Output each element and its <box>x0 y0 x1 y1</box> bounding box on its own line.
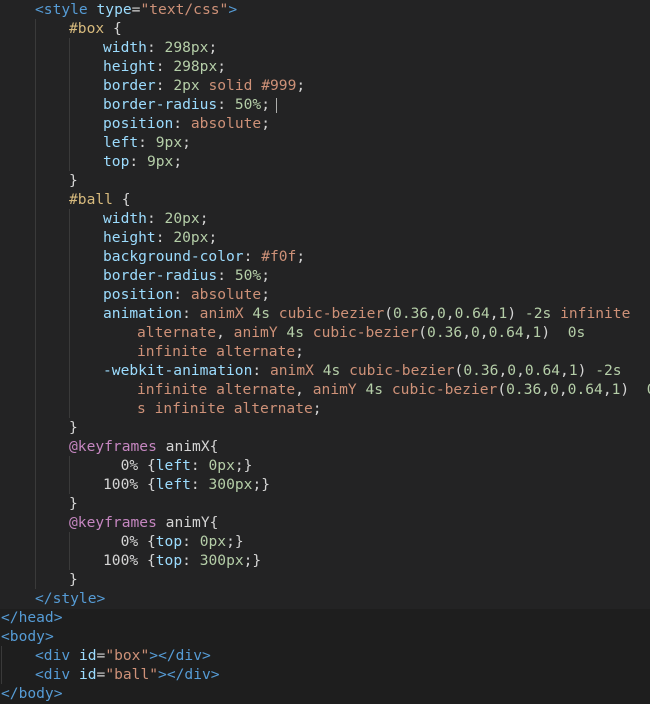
code-line: } <box>69 172 78 189</box>
code-line: @keyframes animX{ <box>69 438 219 455</box>
indent-guide <box>1 646 2 684</box>
code-line: width: 298px; <box>103 39 218 56</box>
code-line: width: 20px; <box>103 210 209 227</box>
code-line: </style> <box>35 590 106 607</box>
code-line: border-radius: 50%; <box>103 267 270 284</box>
code-line: -webkit-animation: animX 4s cubic-bezier… <box>103 362 622 379</box>
code-line: } <box>69 419 78 436</box>
code-line: 100% {top: 300px;} <box>103 552 262 569</box>
code-line: <div id="box"></div> <box>35 647 211 664</box>
code-line: 100% {left: 300px;} <box>103 476 271 493</box>
code-line: } <box>69 495 78 512</box>
indent-guide <box>69 456 70 494</box>
indent-guide <box>69 209 70 418</box>
code-line: background-color: #f0f; <box>103 248 306 265</box>
code-line: s infinite alternate; <box>137 400 322 417</box>
code-line: @keyframes animY{ <box>69 514 219 531</box>
code-line: #ball { <box>69 191 131 208</box>
indent-guide <box>35 19 36 589</box>
code-line: <div id="ball"></div> <box>35 666 220 683</box>
code-line: infinite alternate; <box>137 343 304 360</box>
code-line: infinite alternate, animY 4s cubic-bezie… <box>137 381 650 398</box>
indent-guide <box>69 38 70 171</box>
text-caret <box>276 97 277 113</box>
code-line: height: 20px; <box>103 229 218 246</box>
code-line: </body> <box>1 685 63 702</box>
code-editor[interactable]: <style type="text/css"> #box { width: 298p… <box>0 0 650 704</box>
code-line: border: 2px solid #999; <box>103 77 306 94</box>
code-line: border-radius: 50%; <box>103 95 277 114</box>
code-line: top: 9px; <box>103 153 183 170</box>
code-line: 0% {left: 0px;} <box>120 457 253 474</box>
code-line: alternate, animY 4s cubic-bezier(0.36,0,… <box>137 324 586 341</box>
code-line: } <box>69 571 78 588</box>
code-line: <style type="text/css"> <box>35 1 238 18</box>
code-line: </head> <box>1 609 63 626</box>
indent-guide <box>69 532 70 570</box>
code-line: position: absolute; <box>103 115 270 132</box>
code-line: height: 298px; <box>103 58 227 75</box>
code-line: animation: animX 4s cubic-bezier(0.36,0,… <box>103 305 631 322</box>
code-line: left: 9px; <box>103 134 191 151</box>
code-line: #box { <box>69 20 122 37</box>
code-line: <body> <box>1 628 54 645</box>
code-line: 0% {top: 0px;} <box>120 533 244 550</box>
code-line: position: absolute; <box>103 286 270 303</box>
